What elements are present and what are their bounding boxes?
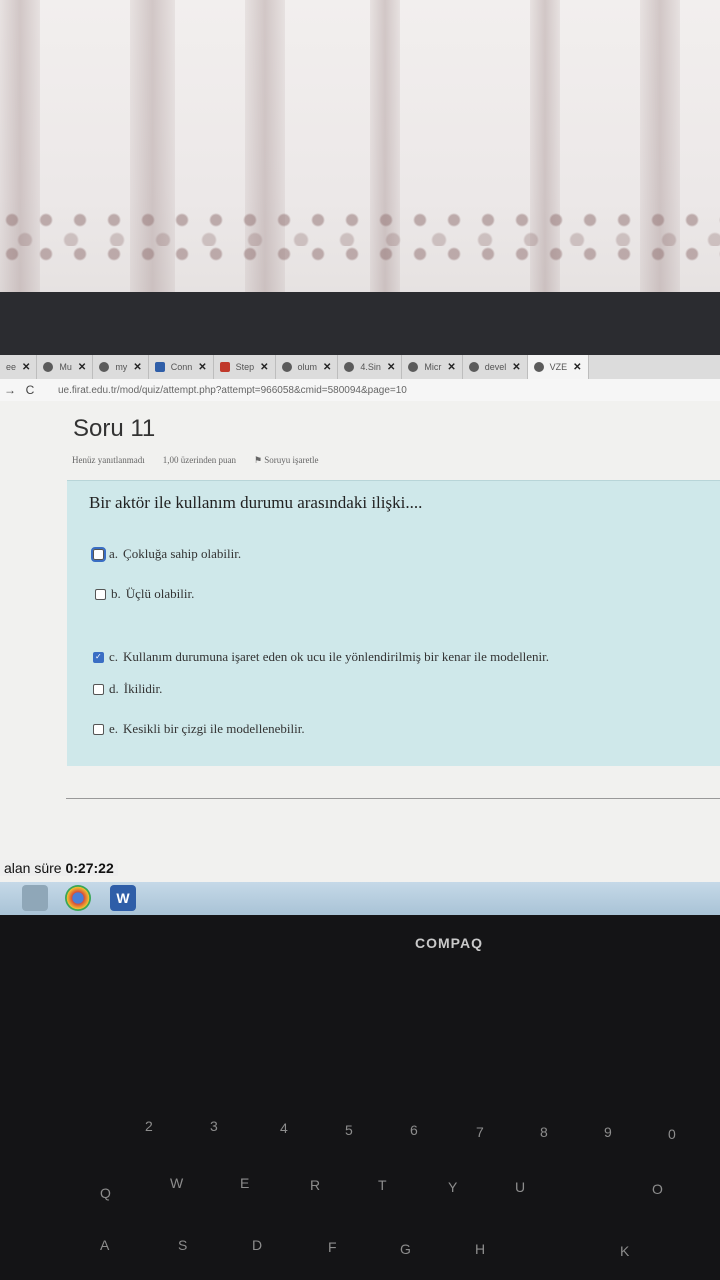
browser-tab[interactable]: Step ✕ [214, 355, 276, 379]
browser-tab[interactable]: ee ✕ [0, 355, 38, 379]
url-field[interactable]: ue.firat.edu.tr/mod/quiz/attempt.php?att… [58, 385, 407, 396]
tab-favicon-icon [281, 362, 292, 372]
brand-logo: COMPAQ [415, 935, 483, 951]
browser-tab[interactable]: devel ✕ [463, 355, 528, 379]
browser-tab[interactable]: my ✕ [93, 355, 149, 379]
question-points: 1,00 üzerinden puan [162, 455, 236, 465]
remaining-time: alan süre 0:27:22 [0, 860, 118, 876]
answer-checkbox[interactable] [93, 651, 104, 663]
tab-favicon-icon [533, 362, 544, 372]
close-icon[interactable]: ✕ [323, 362, 331, 373]
browser-tab[interactable]: Conn ✕ [149, 355, 214, 379]
answer-option-a[interactable]: a. Çokluğa sahip olabilir. [91, 546, 241, 562]
tab-favicon-icon [344, 362, 355, 372]
timer-value: 0:27:22 [65, 860, 114, 876]
tab-favicon-icon [99, 362, 110, 372]
flag-icon: ⚑ [253, 455, 265, 465]
question-info: Henüz yanıtlanmadı 1,00 üzerinden puan ⚑… [72, 455, 319, 466]
browser-tab[interactable]: Micr ✕ [402, 355, 463, 379]
tab-favicon-icon [219, 362, 230, 372]
close-icon[interactable]: ✕ [573, 362, 581, 373]
divider [66, 798, 720, 799]
address-bar: → C ue.firat.edu.tr/mod/quiz/attempt.php… [0, 379, 720, 401]
reload-icon[interactable]: C [20, 383, 40, 397]
laptop-keyboard: Q W E R T Y U O A S D F G H K 2 3 4 5 6 … [0, 915, 720, 1280]
tab-favicon-icon [468, 362, 479, 372]
page-title: Soru 11 [73, 415, 156, 442]
taskbar: W [0, 882, 720, 915]
answer-option-d[interactable]: d. İkilidir. [93, 681, 162, 697]
answer-checkbox[interactable] [93, 683, 104, 695]
tab-bar: ee ✕ Mu ✕ my ✕ Conn ✕ Step ✕ olum ✕ 4.Sin ✕ Mic… [0, 355, 720, 379]
question-status: Henüz yanıtlanmadı [72, 455, 145, 465]
browser-tab[interactable]: olum ✕ [276, 355, 339, 379]
browser-window: ee ✕ Mu ✕ my ✕ Conn ✕ Step ✕ olum ✕ 4.Sin ✕ Mic… [0, 355, 720, 915]
close-icon[interactable]: ✕ [78, 362, 86, 373]
close-icon[interactable]: ✕ [387, 362, 395, 373]
question-text: Bir aktör ile kullanım durumu arasındaki… [89, 493, 423, 512]
question-box: Bir aktör ile kullanım durumu arasındaki… [67, 480, 720, 766]
close-icon[interactable]: ✕ [260, 362, 268, 373]
file-explorer-icon[interactable] [22, 885, 48, 911]
answer-option-c[interactable]: c. Kullanım durumuna işaret eden ok ucu … [93, 649, 549, 665]
browser-tab[interactable]: Mu ✕ [37, 355, 94, 379]
flag-question-link[interactable]: ⚑ Soruyu işaretle [254, 455, 319, 466]
chrome-icon[interactable] [65, 885, 91, 911]
laptop-bezel [0, 292, 720, 362]
tab-favicon-icon [408, 362, 419, 372]
forward-icon[interactable]: → [0, 383, 20, 397]
close-icon[interactable]: ✕ [512, 362, 520, 373]
curtain-background [0, 0, 720, 330]
word-icon[interactable]: W [110, 885, 136, 911]
answer-option-b[interactable]: b. Üçlü olabilir. [95, 586, 194, 602]
tab-favicon-icon [154, 362, 165, 372]
tab-favicon-icon [43, 362, 54, 372]
answer-checkbox[interactable] [91, 546, 106, 562]
close-icon[interactable]: ✕ [447, 362, 455, 373]
close-icon[interactable]: ✕ [133, 362, 141, 373]
answer-checkbox[interactable] [95, 588, 106, 600]
browser-tab-active[interactable]: VZE ✕ [527, 355, 589, 379]
close-icon[interactable]: ✕ [198, 362, 206, 373]
answer-option-e[interactable]: e. Kesikli bir çizgi ile modellenebilir. [93, 721, 305, 737]
browser-tab[interactable]: 4.Sin ✕ [338, 355, 403, 379]
answer-checkbox[interactable] [93, 723, 104, 735]
timer-label: alan süre [4, 860, 62, 876]
close-icon[interactable]: ✕ [22, 362, 30, 373]
